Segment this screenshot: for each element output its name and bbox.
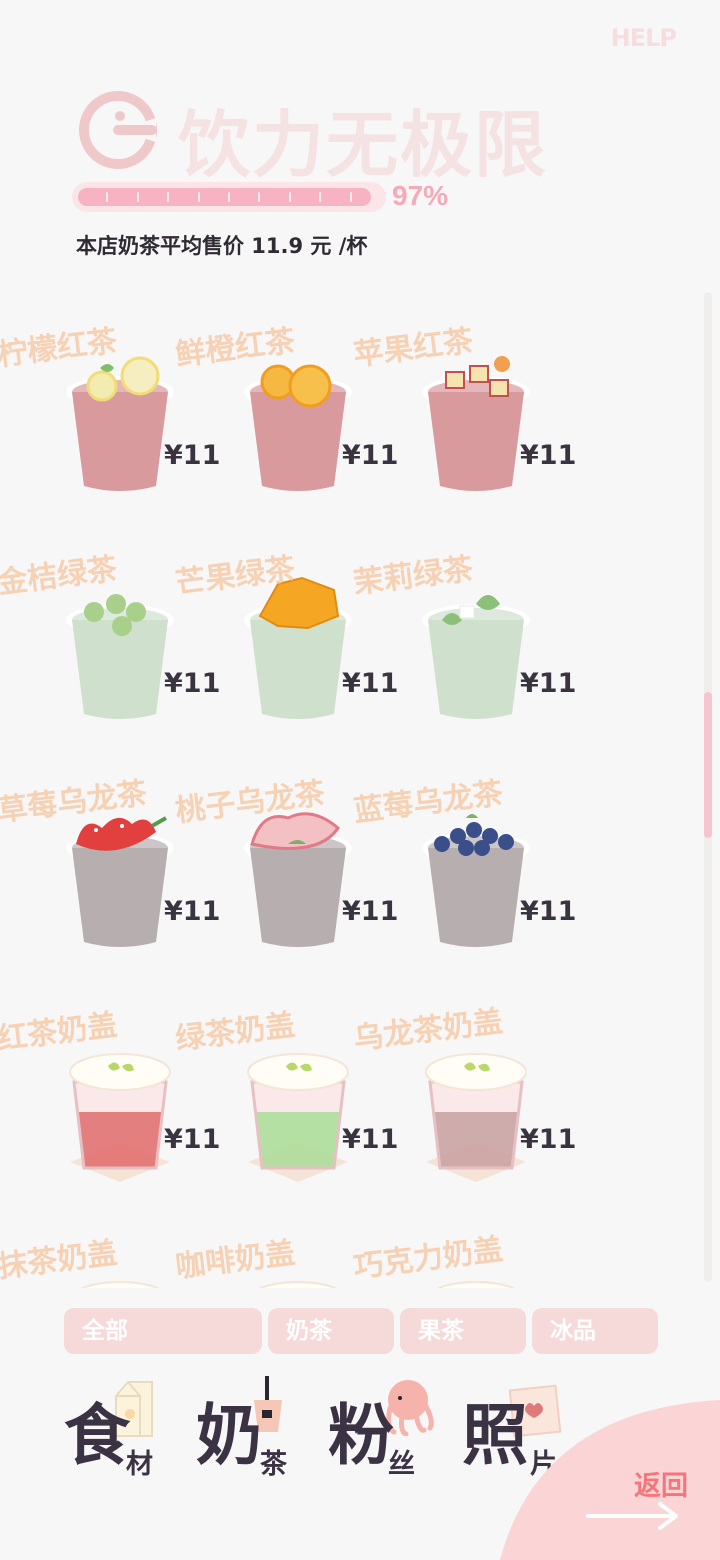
product-oolong-cheese-foam[interactable]: 乌龙茶奶盖 ¥11	[352, 976, 576, 1204]
help-button[interactable]: HELP	[611, 24, 677, 52]
nav-milk-tea[interactable]: 奶 茶	[196, 1370, 306, 1490]
tab-fruit-tea[interactable]: 果茶	[400, 1308, 526, 1354]
cup-icon	[425, 1053, 527, 1182]
tab-all[interactable]: 全部	[64, 1308, 262, 1354]
nav-milk-tea-big: 奶	[196, 1396, 262, 1474]
cup-icon	[244, 364, 352, 491]
product-price: ¥11	[520, 668, 577, 699]
product-black-tea-cheese-foam[interactable]: 红茶奶盖 ¥11	[0, 976, 220, 1204]
product-price: ¥11	[164, 668, 221, 699]
cup-icon	[244, 812, 352, 947]
progress-ticks	[78, 188, 380, 206]
back-label[interactable]: 返回	[634, 1464, 688, 1503]
product-coffee-cheese-foam[interactable]: 咖啡奶盖	[174, 1204, 358, 1288]
product-apple-black-tea[interactable]: 苹果红茶 ¥11	[352, 292, 576, 520]
nav-fans-big: 粉	[328, 1396, 394, 1474]
nav-ingredients-big: 食	[64, 1396, 130, 1474]
nav-fans[interactable]: 粉 丝	[328, 1370, 438, 1490]
tab-ice[interactable]: 冰品	[532, 1308, 658, 1354]
progress-bar	[72, 182, 386, 212]
cup-icon	[422, 814, 530, 947]
cup-icon	[66, 594, 174, 719]
product-price: ¥11	[164, 896, 221, 927]
product-mango-green-tea[interactable]: 芒果绿茶 ¥11	[174, 520, 398, 748]
nav-ingredients-small: 材	[126, 1449, 153, 1480]
cup-icon	[69, 1053, 171, 1182]
product-kumquat-green-tea[interactable]: 金桔绿茶 ¥11	[0, 520, 220, 748]
product-price: ¥11	[342, 1124, 399, 1155]
progress-percent: 97%	[392, 180, 449, 211]
tab-milk-tea[interactable]: 奶茶	[268, 1308, 394, 1354]
product-green-tea-cheese-foam[interactable]: 绿茶奶盖 ¥11	[174, 976, 398, 1204]
product-strawberry-oolong[interactable]: 草莓乌龙茶 ¥11	[0, 748, 220, 976]
product-price: ¥11	[164, 440, 221, 471]
cup-icon	[422, 356, 530, 491]
nav-fans-small: 丝	[388, 1449, 415, 1480]
scrollbar-thumb[interactable]	[704, 692, 712, 838]
page-title: 饮力无极限	[178, 103, 549, 187]
product-chocolate-cheese-foam[interactable]: 巧克力奶盖	[352, 1204, 536, 1288]
product-price: ¥11	[520, 896, 577, 927]
product-lemon-black-tea[interactable]: 柠檬红茶 ¥11	[0, 292, 220, 520]
cup-icon	[66, 356, 174, 491]
cup-icon	[244, 576, 352, 719]
product-peach-oolong[interactable]: 桃子乌龙茶 ¥11	[174, 748, 398, 976]
nav-milk-tea-small: 茶	[260, 1449, 287, 1480]
product-blueberry-oolong[interactable]: 蓝莓乌龙茶 ¥11	[352, 748, 576, 976]
product-price: ¥11	[520, 1124, 577, 1155]
product-matcha-cheese-foam[interactable]: 抹茶奶盖	[0, 1204, 180, 1288]
app-logo-icon	[79, 91, 157, 169]
product-price: ¥11	[164, 1124, 221, 1155]
product-price: ¥11	[342, 440, 399, 471]
product-jasmine-green-tea[interactable]: 茉莉绿茶 ¥11	[352, 520, 576, 748]
product-price: ¥11	[342, 896, 399, 927]
product-price: ¥11	[520, 440, 577, 471]
average-price-text: 本店奶茶平均售价 11.9 元 /杯	[76, 234, 368, 258]
nav-ingredients[interactable]: 食 材	[64, 1370, 174, 1490]
cup-icon	[66, 816, 174, 947]
cup-icon	[247, 1053, 349, 1182]
product-grid: 柠檬红茶 ¥11 鲜橙红茶 ¥11 苹果红茶 ¥11 金桔绿茶 ¥11 芒果绿茶 ¥11 茉莉绿茶 ¥…	[0, 292, 700, 1288]
cup-icon	[422, 595, 530, 719]
product-orange-black-tea[interactable]: 鲜橙红茶 ¥11	[174, 292, 398, 520]
scrollbar[interactable]	[704, 292, 712, 1282]
product-price: ¥11	[342, 668, 399, 699]
